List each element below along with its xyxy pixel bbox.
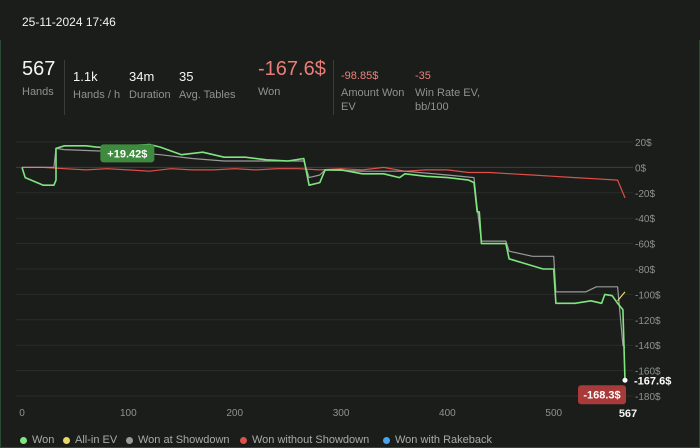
legend-item-showdown[interactable]: Won at Showdown <box>126 434 230 446</box>
chart-axes: 20$0$-20$-40$-60$-80$-100$-120$-140$-160… <box>19 138 661 420</box>
chart-legend: Won All-in EV Won at Showdown Won withou… <box>0 434 700 448</box>
stat-hands-per-hour-value: 1.1k <box>73 69 98 84</box>
y-tick-label: 20$ <box>635 138 652 149</box>
x-tick-label: 500 <box>545 408 562 419</box>
stat-won: -167.6$ Won <box>258 58 326 99</box>
legend-dot-non-showdown <box>240 436 247 444</box>
stats-divider <box>64 60 65 115</box>
stat-won-value: -167.6$ <box>258 58 326 80</box>
legend-label-rakeback: Won with Rakeback <box>395 434 493 446</box>
stat-avg-tables: 35 Avg. Tables <box>179 69 235 102</box>
stats-row: 567 Hands 1.1k Hands / h 34m Duration 35… <box>0 58 700 118</box>
y-tick-label: -140$ <box>635 341 661 352</box>
max-value-callout: +19.42$ <box>100 144 155 163</box>
stat-amount-won-ev-label: Amount Won EV <box>341 87 405 113</box>
legend-item-won[interactable]: Won <box>20 434 54 446</box>
stat-hands-per-hour: 1.1k Hands / h <box>73 69 120 102</box>
profit-chart-svg[interactable]: 20$0$-20$-40$-60$-80$-100$-120$-140$-160… <box>0 128 700 428</box>
stats-divider <box>333 60 334 115</box>
stat-won-label: Won <box>258 86 281 98</box>
stat-hands-value: 567 <box>22 58 56 80</box>
legend-dot-rakeback <box>383 436 390 444</box>
y-tick-label: -60$ <box>635 240 655 251</box>
session-datetime: 25-11-2024 17:46 <box>22 15 116 29</box>
max-value-label: +19.42$ <box>107 148 147 160</box>
legend-dot-all-in-ev <box>63 436 70 444</box>
stat-duration-value: 34m <box>129 69 155 84</box>
profit-chart[interactable]: 20$ 0$ -20$ -40$ -60$ -80$ -100$ -120$ -140$ -160… <box>0 128 700 428</box>
series-line-showdown <box>22 147 626 349</box>
legend-label-won: Won <box>32 434 55 446</box>
stat-avg-tables-label: Avg. Tables <box>179 89 236 101</box>
legend-label-non-showdown: Won without Showdown <box>252 434 370 446</box>
header-bar: 25-11-2024 17:46 <box>0 0 700 40</box>
min-value-callout: -168.3$ <box>578 385 626 405</box>
stat-avg-tables-value: 35 <box>179 69 194 84</box>
end-value-label: -167.6$ <box>634 375 671 387</box>
stat-win-rate-ev-label: Win Rate EV, bb/100 <box>415 87 481 113</box>
chart-callouts: +19.42$ -167.6$ -168.3$ <box>100 144 671 405</box>
legend-label-showdown: Won at Showdown <box>138 434 230 446</box>
x-tick-label: 400 <box>439 408 456 419</box>
y-tick-label: -120$ <box>635 316 661 327</box>
x-end-label: 567 <box>619 408 637 420</box>
stat-duration: 34m Duration <box>129 69 171 102</box>
legend-item-all-in-ev[interactable]: All-in EV <box>63 434 117 446</box>
stat-win-rate-ev: -35 Win Rate EV, bb/100 <box>415 70 487 114</box>
stat-hands-per-hour-label: Hands / h <box>73 89 121 101</box>
stat-hands: 567 Hands <box>22 58 55 99</box>
x-tick-label: 200 <box>226 408 243 419</box>
x-tick-label: 0 <box>19 408 25 419</box>
stat-duration-label: Duration <box>129 89 171 101</box>
min-value-label: -168.3$ <box>583 389 620 401</box>
stat-hands-label: Hands <box>22 86 54 98</box>
x-tick-label: 100 <box>120 408 137 419</box>
legend-dot-showdown <box>126 436 133 444</box>
legend-item-non-showdown[interactable]: Won without Showdown <box>240 434 369 446</box>
legend-dot-won <box>20 436 27 444</box>
legend-item-rakeback[interactable]: Won with Rakeback <box>383 434 492 446</box>
legend-label-all-in-ev: All-in EV <box>75 434 118 446</box>
y-tick-label: -180$ <box>635 392 661 403</box>
y-tick-label: -40$ <box>635 214 655 225</box>
stat-win-rate-ev-value: -35 <box>415 70 431 82</box>
stat-amount-won-ev-value: -98.85$ <box>341 70 379 82</box>
y-tick-label: -20$ <box>635 189 655 200</box>
y-tick-label: -100$ <box>635 290 661 301</box>
x-tick-label: 300 <box>333 408 350 419</box>
stat-amount-won-ev: -98.85$ Amount Won EV <box>341 70 409 114</box>
y-tick-label: -80$ <box>635 265 655 276</box>
end-point-marker <box>622 377 628 383</box>
y-tick-label: 0$ <box>635 163 647 174</box>
